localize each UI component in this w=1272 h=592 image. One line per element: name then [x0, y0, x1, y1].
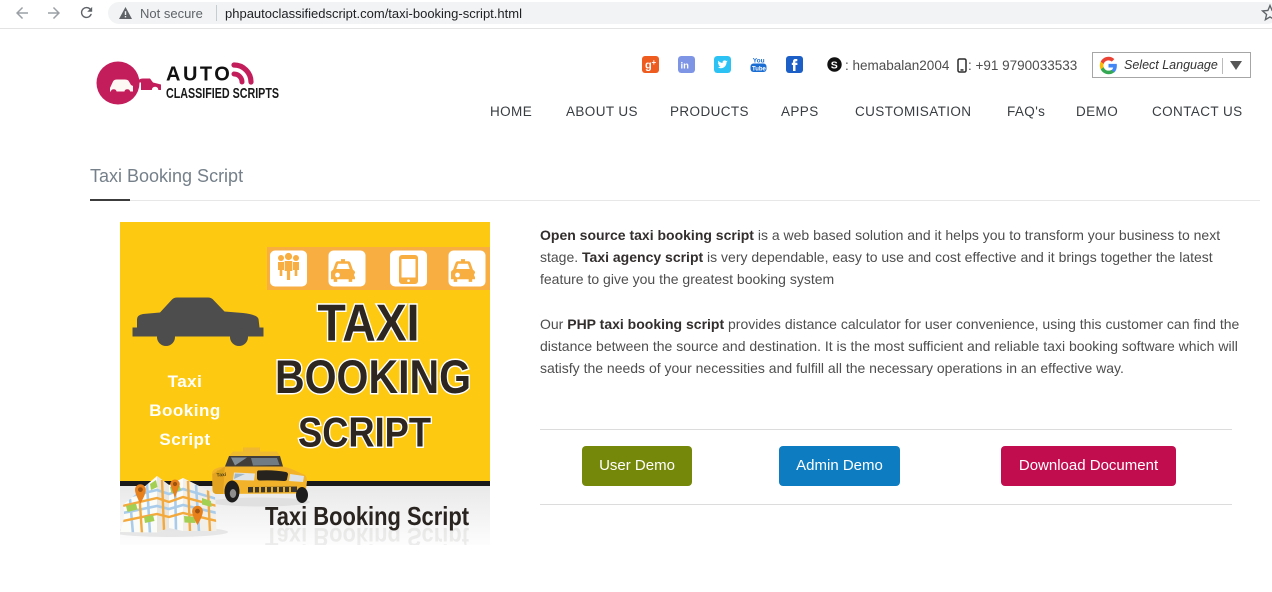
svg-text:SCRIPT: SCRIPT [298, 409, 431, 456]
svg-text:in: in [681, 61, 690, 72]
svg-text:You: You [753, 58, 765, 65]
svg-text:Script: Script [159, 430, 210, 449]
svg-text:Taxi: Taxi [216, 472, 227, 479]
svg-text:Taxi Booking Script: Taxi Booking Script [265, 522, 469, 545]
svg-text:AUTO: AUTO [166, 64, 232, 86]
svg-text:Tube: Tube [752, 66, 767, 72]
svg-text:TAXI: TAXI [318, 295, 420, 353]
svg-text:CLASSIFIED SCRIPTS: CLASSIFIED SCRIPTS [166, 85, 279, 102]
svg-text:Taxi: Taxi [168, 372, 203, 391]
svg-text:BOOKING: BOOKING [275, 350, 471, 403]
svg-text:S: S [831, 60, 838, 72]
svg-text:Booking: Booking [149, 401, 221, 420]
svg-text:+: + [652, 58, 657, 67]
